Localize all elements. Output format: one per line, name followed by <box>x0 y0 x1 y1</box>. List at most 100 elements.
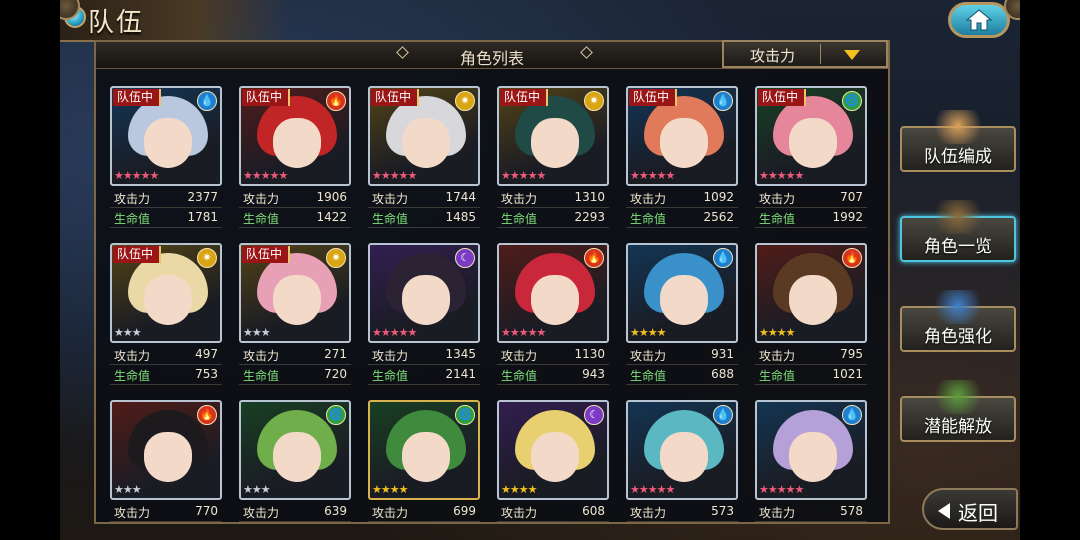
attack-stat: 攻击力 1345 <box>368 346 480 365</box>
water-element-icon: 💧 <box>842 405 862 425</box>
character-list-panel: 角色列表 攻击力 队伍中 💧 ★★★★★ 攻击力 2377 生命值 1781 队伍中 🔥 ★★★★… <box>94 40 890 524</box>
attack-label: 攻击力 <box>759 349 796 363</box>
rarity-stars: ★★★★★ <box>630 169 675 182</box>
menu-button[interactable]: 队伍编成 <box>900 110 1016 172</box>
attack-label: 攻击力 <box>114 192 151 206</box>
hp-value: 2562 <box>703 210 734 224</box>
menu-button[interactable]: 角色一览 <box>900 200 1016 262</box>
hp-stat: 生命值 688 <box>626 366 738 385</box>
character-portrait: 队伍中 🔥 ★★★★★ <box>239 86 351 186</box>
hp-label: 生命值 <box>114 369 151 383</box>
character-card[interactable]: 队伍中 ✷ ★★★ 攻击力 497 生命值 753 <box>110 243 222 393</box>
attack-value: 1130 <box>574 347 605 361</box>
character-card[interactable]: 队伍中 💧 ★★★★★ 攻击力 1092 生命值 2562 <box>626 86 738 236</box>
hp-value: 2141 <box>445 367 476 381</box>
character-card[interactable]: 队伍中 ✷ ★★★★★ 攻击力 1744 生命值 1485 <box>368 86 480 236</box>
attack-label: 攻击力 <box>243 506 280 520</box>
in-team-badge: 队伍中 <box>629 89 678 106</box>
attack-stat: 攻击力 707 <box>755 189 867 208</box>
character-card[interactable]: ☾ ★★★★ 攻击力 608 <box>497 400 609 522</box>
character-face <box>402 275 450 325</box>
hp-label: 生命值 <box>243 212 280 226</box>
attack-label: 攻击力 <box>630 349 667 363</box>
fire-element-icon: 🔥 <box>326 91 346 111</box>
rarity-stars: ★★★★★ <box>759 483 804 496</box>
character-card[interactable]: 🔥 ★★★ 攻击力 770 <box>110 400 222 522</box>
back-arrow-icon <box>938 503 950 519</box>
character-portrait: ☾ ★★★★ <box>497 400 609 500</box>
attack-stat: 攻击力 1906 <box>239 189 351 208</box>
sort-dropdown[interactable]: 攻击力 <box>722 40 888 68</box>
hp-value: 1992 <box>832 210 863 224</box>
title-plate: 队伍 <box>60 0 290 42</box>
character-card[interactable]: 💧 ★★★★★ 攻击力 573 <box>626 400 738 522</box>
character-card[interactable]: 💧 ★★★★ 攻击力 931 生命值 688 <box>626 243 738 393</box>
attack-value: 1092 <box>703 190 734 204</box>
rarity-stars: ★★★★★ <box>372 169 417 182</box>
character-portrait: 队伍中 ✷ ★★★ <box>239 243 351 343</box>
fire-element-icon: 🔥 <box>842 248 862 268</box>
attack-stat: 攻击力 271 <box>239 346 351 365</box>
back-label: 返回 <box>958 501 998 525</box>
character-card[interactable]: 🔥 ★★★★★ 攻击力 1130 生命值 943 <box>497 243 609 393</box>
hp-label: 生命值 <box>501 369 538 383</box>
wind-element-icon: 🌀 <box>455 405 475 425</box>
character-card[interactable]: 队伍中 🌀 ★★★★★ 攻击力 707 生命值 1992 <box>755 86 867 236</box>
rarity-stars: ★★★★ <box>759 326 795 339</box>
character-grid: 队伍中 💧 ★★★★★ 攻击力 2377 生命值 1781 队伍中 🔥 ★★★★★ 攻击力 1906 生… <box>110 86 870 522</box>
character-portrait: 💧 ★★★★ <box>626 243 738 343</box>
back-button[interactable]: 返回 <box>922 488 1018 530</box>
hp-value: 2293 <box>574 210 605 224</box>
attack-value: 578 <box>840 504 863 518</box>
character-portrait: 队伍中 💧 ★★★★★ <box>626 86 738 186</box>
character-card[interactable]: 队伍中 💧 ★★★★★ 攻击力 2377 生命值 1781 <box>110 86 222 236</box>
home-button[interactable] <box>948 2 1010 38</box>
character-card[interactable]: 队伍中 ✷ ★★★★★ 攻击力 1310 生命值 2293 <box>497 86 609 236</box>
character-face <box>789 118 837 168</box>
attack-value: 770 <box>195 504 218 518</box>
attack-value: 271 <box>324 347 347 361</box>
character-face <box>402 118 450 168</box>
rarity-stars: ★★★★★ <box>501 169 546 182</box>
attack-label: 攻击力 <box>501 349 538 363</box>
hp-label: 生命值 <box>630 212 667 226</box>
attack-stat: 攻击力 1130 <box>497 346 609 365</box>
rarity-stars: ★★★★★ <box>243 169 288 182</box>
hp-label: 生命值 <box>114 212 151 226</box>
rarity-stars: ★★★ <box>243 483 271 496</box>
hp-stat: 生命值 720 <box>239 366 351 385</box>
water-element-icon: 💧 <box>713 91 733 111</box>
attack-value: 699 <box>453 504 476 518</box>
menu-label: 角色一览 <box>924 237 992 257</box>
character-card[interactable]: 🌀 ★★★★ 攻击力 699 <box>368 400 480 522</box>
character-card[interactable]: 💧 ★★★★★ 攻击力 578 <box>755 400 867 522</box>
menu-button[interactable]: 潜能解放 <box>900 380 1016 442</box>
attack-stat: 攻击力 770 <box>110 503 222 522</box>
hp-value: 1422 <box>316 210 347 224</box>
character-card[interactable]: 队伍中 🔥 ★★★★★ 攻击力 1906 生命值 1422 <box>239 86 351 236</box>
hp-value: 1485 <box>445 210 476 224</box>
character-card[interactable]: 队伍中 ✷ ★★★ 攻击力 271 生命值 720 <box>239 243 351 393</box>
water-element-icon: 💧 <box>713 405 733 425</box>
fire-element-icon: 🔥 <box>197 405 217 425</box>
hp-stat: 生命值 1781 <box>110 209 222 228</box>
hp-value: 1021 <box>832 367 863 381</box>
attack-stat: 攻击力 578 <box>755 503 867 522</box>
attack-label: 攻击力 <box>372 506 409 520</box>
character-card[interactable]: ☾ ★★★★★ 攻击力 1345 生命值 2141 <box>368 243 480 393</box>
attack-label: 攻击力 <box>759 506 796 520</box>
attack-stat: 攻击力 497 <box>110 346 222 365</box>
attack-value: 707 <box>840 190 863 204</box>
panel-header: 角色列表 攻击力 <box>96 40 888 69</box>
character-face <box>660 432 708 482</box>
fire-element-icon: 🔥 <box>584 248 604 268</box>
hp-label: 生命值 <box>372 369 409 383</box>
attack-value: 1310 <box>574 190 605 204</box>
hp-stat: 生命值 2293 <box>497 209 609 228</box>
hp-label: 生命值 <box>372 212 409 226</box>
character-card[interactable]: 🔥 ★★★★ 攻击力 795 生命值 1021 <box>755 243 867 393</box>
menu-button[interactable]: 角色强化 <box>900 290 1016 352</box>
character-card[interactable]: 🌀 ★★★ 攻击力 639 <box>239 400 351 522</box>
character-portrait: ☾ ★★★★★ <box>368 243 480 343</box>
in-team-badge: 队伍中 <box>113 89 162 106</box>
